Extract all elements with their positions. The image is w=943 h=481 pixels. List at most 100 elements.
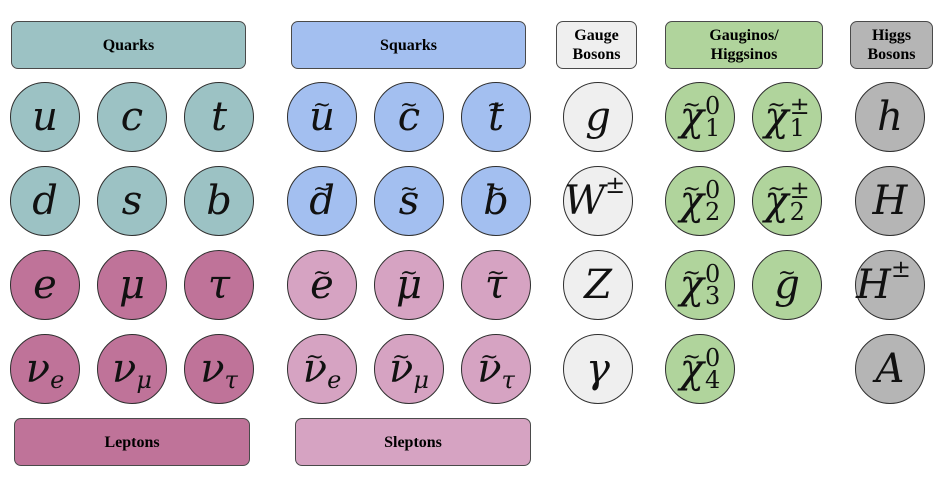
squark-strange: s	[374, 166, 444, 236]
quark-symbol: t	[210, 94, 228, 140]
lepton-symbol: τ	[207, 262, 231, 308]
higgs-symbol: H	[856, 262, 891, 308]
gauge-w-boson: W ±	[563, 166, 633, 236]
gaugino-header-line1: Gauginos/	[709, 27, 779, 44]
lepton-electron-neutrino: νe	[10, 334, 80, 404]
quark-top: t	[184, 82, 254, 152]
lepton-symbol: e	[33, 262, 57, 308]
higgs-charged: H ±	[855, 250, 925, 320]
squark-symbol: d	[309, 178, 335, 224]
neutralino-subscript: 1	[704, 114, 721, 142]
quark-symbol: d	[32, 178, 58, 224]
quark-strange: s	[97, 166, 167, 236]
slepton-selectron: e	[287, 250, 357, 320]
neutralino-subscript: 4	[704, 366, 721, 394]
higgs-pseudoscalar-a: A	[855, 334, 925, 404]
quark-symbol: c	[120, 94, 144, 140]
sleptons-header: Sleptons	[295, 418, 531, 466]
gauge-symbol: g	[585, 94, 611, 140]
quark-symbol: s	[121, 178, 143, 224]
higgs-light-h: h	[855, 82, 925, 152]
slepton-stau: τ	[461, 250, 531, 320]
slepton-symbol: μ	[396, 262, 422, 308]
squark-symbol: t	[488, 94, 504, 140]
higgs-header-line1: Higgs	[871, 27, 912, 44]
quarks-header: Quarks	[11, 21, 246, 69]
lepton-tau-neutrino: ντ	[184, 334, 254, 404]
chi-symbol: χ	[680, 94, 704, 140]
neutralino-subscript: 3	[704, 282, 721, 310]
gauge-symbol: Z	[584, 262, 612, 308]
slepton-smuon: μ	[374, 250, 444, 320]
leptons-header-label: Leptons	[104, 433, 160, 451]
squark-top: t	[461, 82, 531, 152]
squarks-header: Squarks	[291, 21, 526, 69]
gauge-header-line2: Bosons	[572, 46, 621, 63]
slepton-tau-sneutrino: ντ	[461, 334, 531, 404]
slepton-electron-sneutrino: νe	[287, 334, 357, 404]
neutralino-3: χ03	[665, 250, 735, 320]
gauge-header-line1: Gauge	[574, 27, 619, 44]
lepton-muon: μ	[97, 250, 167, 320]
squark-symbol: s	[399, 178, 420, 224]
sleptons-header-label: Sleptons	[384, 433, 442, 451]
squark-symbol: u	[309, 94, 335, 140]
gaugino-header-line2: Higgsinos	[710, 46, 778, 63]
chi-symbol: χ	[680, 346, 704, 392]
gluino-symbol: g	[774, 262, 800, 308]
chargino-subscript: 2	[789, 198, 805, 226]
higgs-symbol: H	[872, 178, 908, 224]
squark-symbol: b	[483, 178, 509, 224]
neutralino-indices: 04	[704, 346, 721, 394]
chi-symbol: χ	[764, 178, 788, 224]
neutralino-subscript: 2	[704, 198, 721, 226]
slepton-symbol: ν	[389, 346, 413, 392]
gauge-z-boson: Z	[563, 250, 633, 320]
slepton-muon-sneutrino: νμ	[374, 334, 444, 404]
higgs-symbol: A	[875, 346, 905, 392]
neutralino-1: χ01	[665, 82, 735, 152]
chargino-indices: ±1	[789, 94, 810, 142]
quark-symbol: b	[206, 178, 232, 224]
neutralino-indices: 01	[704, 94, 721, 142]
gauge-photon: γ	[563, 334, 633, 404]
higgs-symbol: h	[877, 94, 903, 140]
chargino-1: χ±1	[752, 82, 822, 152]
lepton-muon-neutrino: νμ	[97, 334, 167, 404]
gauge-symbol: W	[564, 178, 606, 224]
higgs-bosons-header: Higgs Bosons	[850, 21, 933, 69]
gluino: g	[752, 250, 822, 320]
squark-down: d	[287, 166, 357, 236]
slepton-symbol: e	[310, 262, 334, 308]
gauge-gluon: g	[563, 82, 633, 152]
chi-symbol: χ	[764, 94, 788, 140]
squarks-header-label: Squarks	[380, 36, 437, 54]
leptons-header: Leptons	[14, 418, 250, 466]
lepton-symbol: ν	[25, 346, 51, 392]
squark-bottom: b	[461, 166, 531, 236]
squark-charm: c	[374, 82, 444, 152]
neutralino-indices: 03	[704, 262, 721, 310]
chi-symbol: χ	[680, 262, 704, 308]
chargino-indices: ±2	[789, 178, 810, 226]
squark-up: u	[287, 82, 357, 152]
neutralino-indices: 02	[704, 178, 721, 226]
chargino-2: χ±2	[752, 166, 822, 236]
slepton-symbol: ν	[477, 346, 501, 392]
gauge-bosons-header: Gauge Bosons	[556, 21, 637, 69]
neutralino-2: χ02	[665, 166, 735, 236]
quarks-header-label: Quarks	[102, 36, 155, 54]
lepton-tau: τ	[184, 250, 254, 320]
gauge-symbol: γ	[586, 346, 610, 392]
higgs-heavy-h: H	[855, 166, 925, 236]
quark-symbol: u	[32, 94, 58, 140]
chargino-subscript: 1	[789, 114, 805, 142]
slepton-symbol: ν	[303, 346, 327, 392]
quark-up: u	[10, 82, 80, 152]
lepton-electron: e	[10, 250, 80, 320]
quark-bottom: b	[184, 166, 254, 236]
quark-charm: c	[97, 82, 167, 152]
neutralino-4: χ04	[665, 334, 735, 404]
quark-down: d	[10, 166, 80, 236]
squark-symbol: c	[398, 94, 420, 140]
